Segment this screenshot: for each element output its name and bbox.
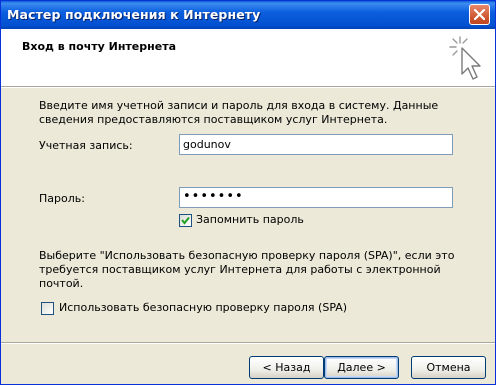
remember-password-checkbox[interactable] [179,214,192,227]
title-bar[interactable]: Мастер подключения к Интернету [1,1,495,29]
account-label: Учетная запись: [39,139,133,152]
header-separator [1,86,495,88]
close-button[interactable] [469,4,490,25]
account-field[interactable]: godunov [179,134,453,155]
remember-password-label[interactable]: Запомнить пароль [196,213,304,226]
wizard-header: Вход в почту Интернета [1,29,495,86]
wizard-window: Мастер подключения к Интернету Вход в по… [0,0,496,385]
spa-checkbox[interactable] [41,302,54,315]
close-icon [474,9,485,20]
intro-text: Введите имя учетной записи и пароль для … [39,99,439,126]
checkmark-icon [181,216,190,225]
footer-separator [1,342,495,344]
page-title: Вход в почту Интернета [22,40,176,53]
back-button[interactable]: < Назад [249,356,324,379]
next-button[interactable]: Далее > [324,356,399,379]
cancel-button[interactable]: Отмена [411,356,486,379]
window-title: Мастер подключения к Интернету [7,7,261,22]
spa-label[interactable]: Использовать безопасную проверку пароля … [59,301,347,314]
password-field[interactable]: ••••••• [179,187,453,208]
password-label: Пароль: [39,192,85,205]
spa-hint-text: Выберите "Использовать безопасную провер… [39,249,455,290]
wizard-sparkle-cursor-icon [449,36,481,80]
